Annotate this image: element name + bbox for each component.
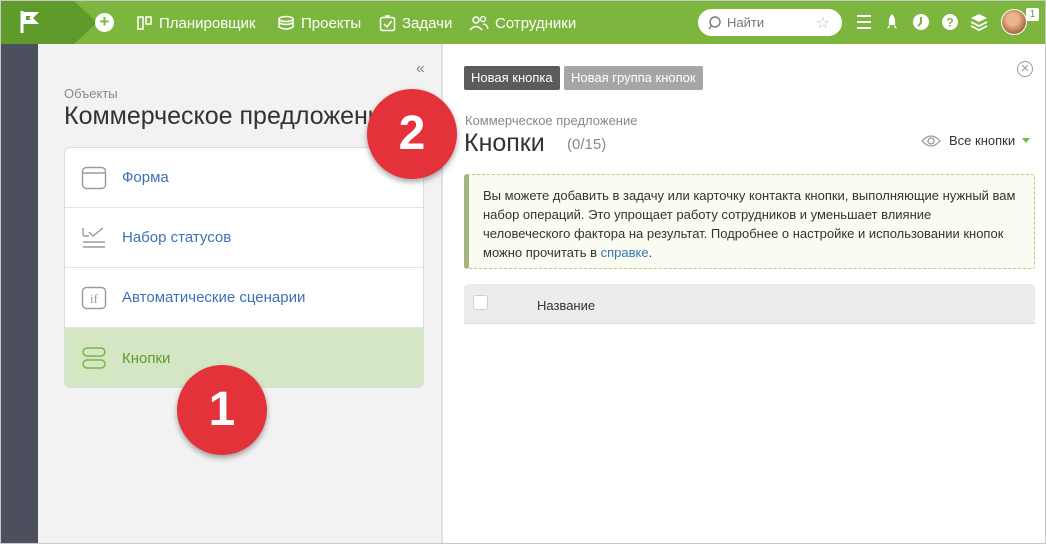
buttons-table-header: Название bbox=[464, 284, 1035, 324]
search-icon bbox=[708, 15, 721, 29]
rocket-icon[interactable] bbox=[885, 13, 899, 31]
planner-icon bbox=[137, 16, 152, 30]
list-item-label: Кнопки bbox=[122, 349, 171, 367]
callout-badge-2: 2 bbox=[367, 89, 457, 179]
flag-logo-icon bbox=[20, 11, 39, 33]
nav-employees[interactable]: Сотрудники bbox=[469, 12, 576, 34]
menu-icon[interactable] bbox=[856, 13, 872, 31]
page-title: Кнопки bbox=[464, 129, 545, 157]
nav-tasks-label: Задачи bbox=[402, 14, 453, 32]
info-text-end: . bbox=[648, 245, 653, 260]
search-placeholder: Найти bbox=[727, 15, 765, 30]
list-item-form[interactable]: Форма bbox=[65, 148, 423, 208]
top-bar: + Планировщик Проекты Задачи Сотрудники … bbox=[1, 1, 1045, 44]
column-header-name[interactable]: Название bbox=[537, 298, 595, 313]
info-note: Вы можете добавить в задачу или карточку… bbox=[464, 174, 1035, 269]
eye-icon bbox=[921, 134, 941, 147]
tasks-icon bbox=[379, 14, 396, 31]
select-all-checkbox[interactable] bbox=[473, 295, 488, 310]
list-item-label: Автоматические сценарии bbox=[122, 289, 306, 306]
buttons-filter-dropdown[interactable]: Все кнопки bbox=[921, 133, 1031, 148]
filter-label: Все кнопки bbox=[949, 133, 1016, 148]
chevron-down-icon bbox=[1022, 138, 1031, 143]
notification-badge: 1 bbox=[1026, 8, 1039, 21]
nav-tasks[interactable]: Задачи bbox=[379, 12, 452, 34]
buttons-panel: Новая кнопка Новая группа кнопок ✕ Комме… bbox=[443, 44, 1045, 543]
status-set-icon bbox=[82, 226, 105, 248]
new-button-group-button[interactable]: Новая группа кнопок bbox=[564, 66, 703, 90]
search-input[interactable]: Найти ☆ bbox=[698, 9, 842, 36]
help-icon[interactable]: ? bbox=[941, 13, 959, 31]
object-settings-list: Форма Набор статусов if Автоматические с… bbox=[64, 147, 424, 388]
buttons-icon bbox=[82, 347, 106, 369]
breadcrumb: Коммерческое предложение bbox=[465, 113, 638, 128]
user-avatar[interactable] bbox=[1001, 9, 1027, 35]
svg-text:if: if bbox=[90, 291, 99, 306]
clock-icon[interactable] bbox=[912, 13, 930, 31]
favorite-star-icon[interactable]: ☆ bbox=[816, 13, 830, 33]
layers-icon[interactable] bbox=[970, 13, 988, 31]
svg-text:?: ? bbox=[946, 16, 953, 30]
app-window: + Планировщик Проекты Задачи Сотрудники … bbox=[0, 0, 1046, 544]
list-item-label: Набор статусов bbox=[122, 229, 232, 246]
list-item-status-set[interactable]: Набор статусов bbox=[65, 208, 423, 268]
side-strip bbox=[1, 44, 38, 543]
logo[interactable] bbox=[1, 1, 97, 44]
list-item-auto-scenarios[interactable]: if Автоматические сценарии bbox=[65, 268, 423, 328]
add-button[interactable]: + bbox=[95, 13, 114, 32]
nav-projects[interactable]: Проекты bbox=[277, 12, 361, 34]
close-icon[interactable]: ✕ bbox=[1017, 61, 1033, 77]
buttons-count: (0/15) bbox=[567, 136, 607, 153]
projects-icon bbox=[278, 15, 294, 30]
collapse-panel-icon[interactable]: « bbox=[416, 60, 425, 78]
users-icon bbox=[469, 15, 489, 31]
callout-badge-1: 1 bbox=[177, 365, 267, 455]
info-text: Вы можете добавить в задачу или карточку… bbox=[483, 188, 1016, 260]
nav-employees-label: Сотрудники bbox=[495, 14, 577, 32]
breadcrumb: Объекты bbox=[64, 86, 118, 101]
new-button-button[interactable]: Новая кнопка bbox=[464, 66, 560, 90]
help-link[interactable]: справке bbox=[601, 245, 649, 260]
form-icon bbox=[81, 166, 107, 189]
if-script-icon: if bbox=[81, 286, 107, 309]
nav-planner[interactable]: Планировщик bbox=[137, 12, 255, 34]
nav-projects-label: Проекты bbox=[301, 14, 362, 32]
list-item-label: Форма bbox=[122, 169, 169, 186]
nav-planner-label: Планировщик bbox=[159, 14, 256, 32]
